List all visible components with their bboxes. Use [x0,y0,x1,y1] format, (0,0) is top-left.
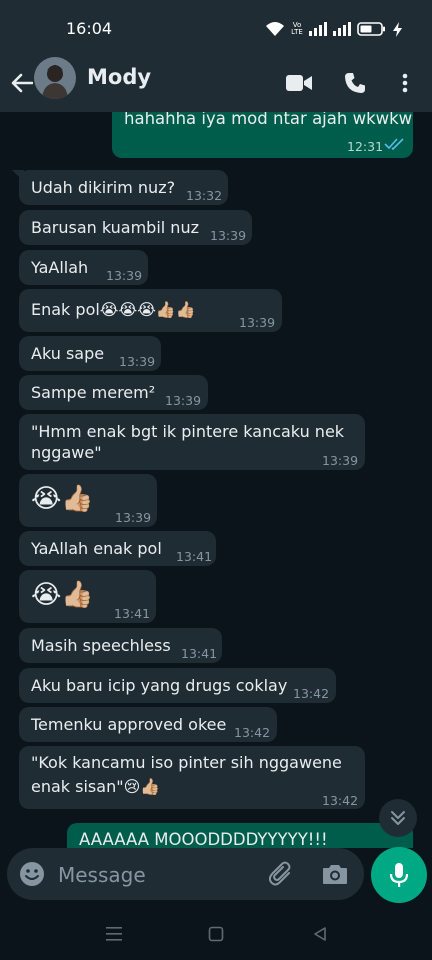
signal-icon [309,22,327,36]
message-time: 13:39 [210,228,247,243]
double-check-icon [384,138,404,150]
message-bubble-incoming[interactable]: Aku baru icip yang drugs coklay 13:42 [19,668,336,703]
message-text: hahahha iya mod ntar ajah wkwkw [124,112,413,128]
message-time: 13:42 [322,793,359,808]
message-bubble-outgoing[interactable]: hahahha iya mod ntar ajah wkwkw 12:31 [112,112,413,158]
message-time: 13:39 [165,393,202,408]
message-composer: Message [0,847,432,908]
message-bubble-incoming[interactable]: Masih speechless 13:41 [19,628,222,663]
message-bubble-incoming[interactable]: YaAllah 13:39 [19,250,148,285]
message-text: AAAAAA MOOODDDDYYYYY!!! [79,830,328,848]
scroll-to-bottom-button[interactable] [379,799,417,837]
wifi-icon [266,22,284,36]
message-time: 13:39 [322,453,359,468]
status-icons: Vo LTE [265,18,402,40]
status-bar: 16:04 Vo LTE [0,0,432,56]
double-chevron-down-icon [391,811,405,825]
message-time: 13:39 [115,510,152,525]
message-text: Masih speechless [31,636,171,655]
more-vertical-icon[interactable] [388,66,422,100]
charging-icon [393,21,402,37]
message-bubble-incoming[interactable]: Temenku approved okee 13:42 [19,707,277,742]
system-nav-bar [0,908,432,960]
message-bubble-incoming[interactable]: "Kok kancamu iso pinter sih nggawene ena… [19,746,365,809]
message-time: 13:41 [176,549,213,564]
battery-icon [357,22,385,36]
message-time: 13:32 [186,188,223,203]
message-bubble-incoming[interactable]: Udah dikirim nuz? 13:32 [19,170,228,205]
signal-icon [333,22,351,36]
camera-icon[interactable] [322,863,348,885]
message-bubble-incoming[interactable]: "Hmm enak bgt ik pintere kancaku nek ngg… [19,414,365,470]
contact-name[interactable]: Mody [87,65,151,89]
message-text: Udah dikirim nuz? [31,178,176,197]
message-time: 13:41 [114,606,151,621]
message-text: "Kok kancamu iso pinter sih nggawene [31,753,342,772]
message-placeholder: Message [58,863,146,887]
message-time: 13:41 [181,646,218,661]
video-camera-icon[interactable] [282,66,316,100]
message-bubble-outgoing[interactable]: AAAAAA MOOODDDDYYYYY!!! [67,823,413,848]
message-text: 😭👍🏼 [31,484,94,514]
message-bubble-incoming[interactable]: 😭👍🏼 13:41 [19,570,156,623]
message-time: 13:39 [106,268,143,283]
message-bubble-incoming[interactable]: Aku sape 13:39 [19,336,161,371]
message-text: "Hmm enak bgt ik pintere kancaku nek [31,422,345,441]
paperclip-icon[interactable] [269,861,293,887]
message-list[interactable]: hahahha iya mod ntar ajah wkwkw 12:31 Ud… [0,112,432,848]
home-icon[interactable] [208,926,224,942]
message-text: Temenku approved okee [31,715,227,734]
microphone-icon [389,863,409,887]
message-bubble-incoming[interactable]: YaAllah enak pol 13:41 [19,531,216,566]
message-bubble-incoming[interactable]: Sampe merem² 13:39 [19,375,208,410]
message-text: Barusan kuambil nuz [31,218,199,237]
message-text: Sampe merem² [31,383,156,402]
message-time: 13:42 [234,725,271,740]
phone-icon[interactable] [338,66,372,100]
message-input[interactable]: Message [7,848,364,900]
menu-icon[interactable] [105,926,123,942]
message-text: Aku sape [31,344,105,363]
message-text: nggawe" [31,443,102,462]
message-time: 12:31 [347,139,384,154]
message-bubble-incoming[interactable]: Enak pol😭😭😭👍🏼👍🏼 13:39 [19,289,282,332]
message-bubble-incoming[interactable]: 😭👍🏼 13:39 [19,474,157,527]
status-time: 16:04 [66,19,113,38]
emoji-icon[interactable] [19,861,45,887]
message-bubble-incoming[interactable]: Barusan kuambil nuz 13:39 [19,210,252,245]
back-triangle-icon[interactable] [312,926,328,942]
avatar[interactable] [34,57,76,99]
message-text: YaAllah enak pol [31,539,162,558]
message-text: Enak pol😭😭😭👍🏼👍🏼 [31,300,196,319]
mic-button[interactable] [371,847,427,903]
message-text: 😭👍🏼 [31,580,94,610]
message-time: 13:39 [239,315,276,330]
message-text: Aku baru icip yang drugs coklay [31,676,288,695]
volte-icon: Vo LTE [291,21,303,36]
arrow-left-icon[interactable] [8,66,36,100]
message-time: 13:39 [119,354,156,369]
message-text: YaAllah [31,258,89,277]
message-time: 13:42 [293,686,330,701]
message-text: enak sisan"😢👍🏼 [31,777,161,796]
